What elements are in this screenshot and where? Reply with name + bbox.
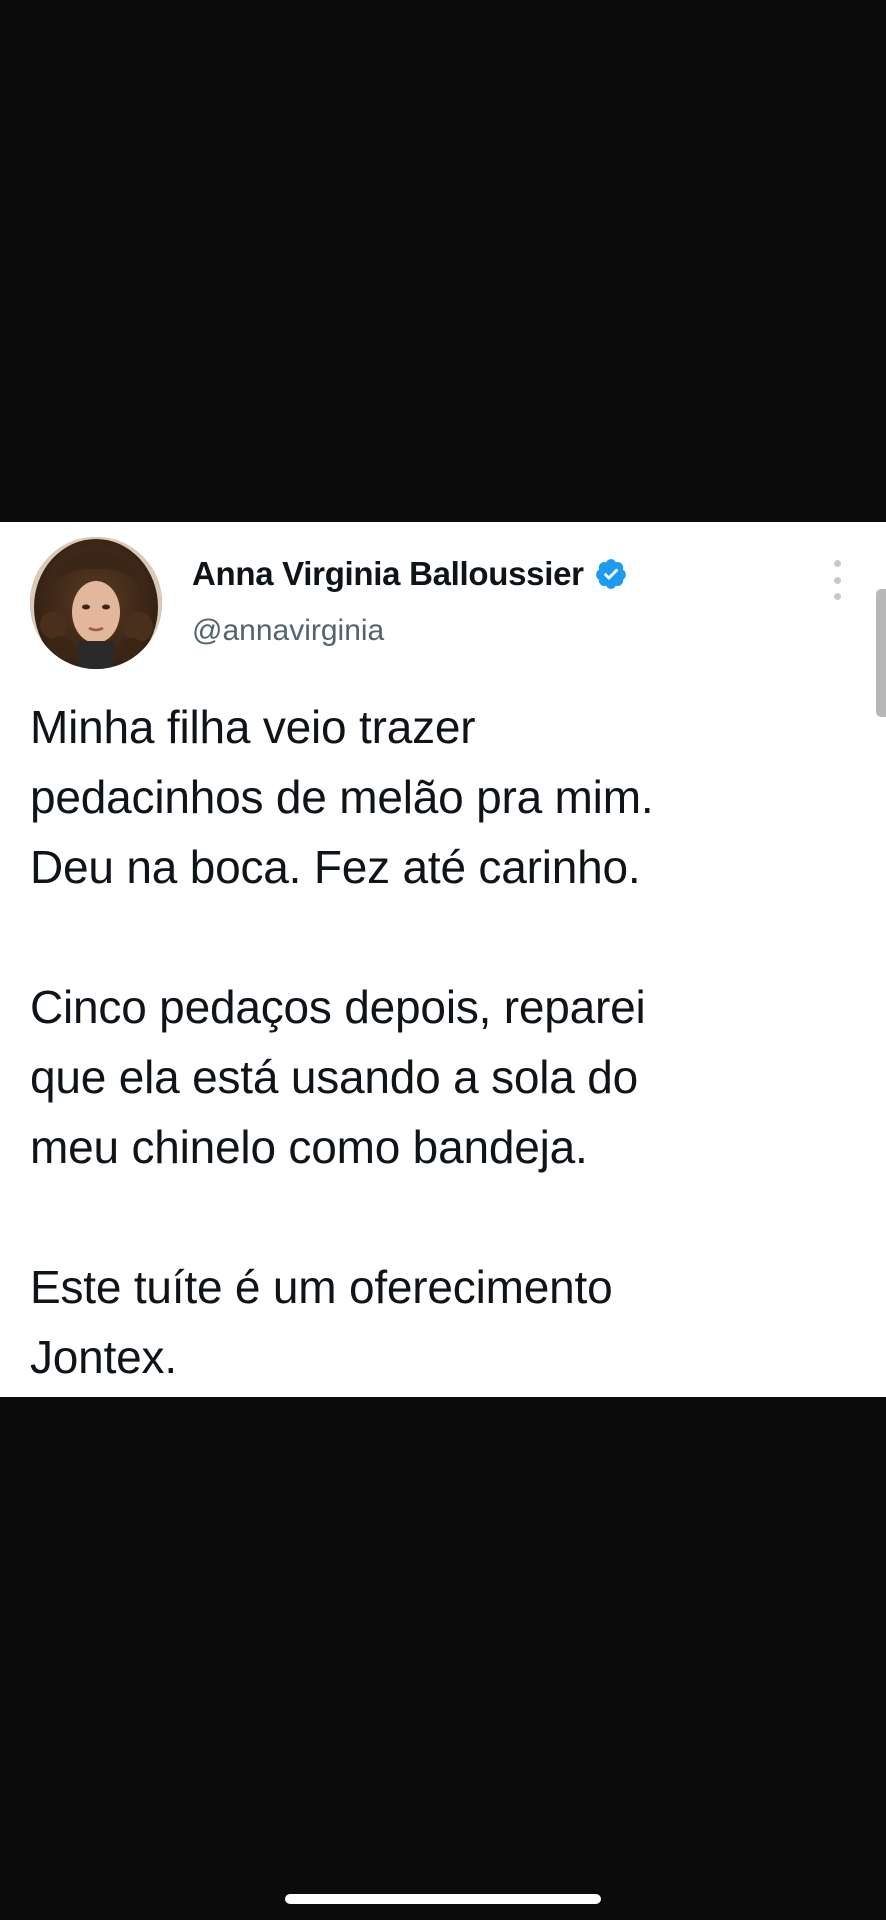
- author-name-row: Anna Virginia Balloussier: [192, 552, 628, 596]
- author-handle[interactable]: @annavirginia: [192, 614, 384, 648]
- author-avatar[interactable]: [30, 537, 162, 669]
- tweet-text: Minha filha veio trazer pedacinhos de me…: [30, 692, 860, 1392]
- tweet-text-line: que ela está usando a sola do: [30, 1051, 639, 1103]
- more-vertical-icon-dot: [833, 576, 841, 584]
- tweet-text-line: Minha filha veio trazer: [30, 701, 476, 753]
- tweet-text-line: Deu na boca. Fez até carinho.: [30, 841, 641, 893]
- author-name[interactable]: Anna Virginia Balloussier: [192, 555, 584, 593]
- more-vertical-icon-dot: [833, 593, 841, 600]
- tweet-card[interactable]: Anna Virginia Balloussier @annavirginia …: [0, 522, 886, 1397]
- screenshot: Anna Virginia Balloussier @annavirginia …: [0, 0, 886, 1920]
- home-indicator[interactable]: [285, 1894, 601, 1904]
- more-options-button[interactable]: [820, 560, 854, 600]
- tweet-text-line: Este tuíte é um oferecimento: [30, 1261, 613, 1313]
- tweet-text-line: Cinco pedaços depois, reparei: [30, 981, 646, 1033]
- avatar-photo-icon: [30, 537, 162, 669]
- more-vertical-icon: [833, 560, 841, 567]
- tweet-text-line: pedacinhos de melão pra mim.: [30, 771, 654, 823]
- scrollbar[interactable]: [876, 589, 886, 717]
- verified-badge-icon: [594, 557, 628, 591]
- tweet-text-line: meu chinelo como bandeja.: [30, 1121, 588, 1173]
- tweet-text-line: Jontex.: [30, 1331, 177, 1383]
